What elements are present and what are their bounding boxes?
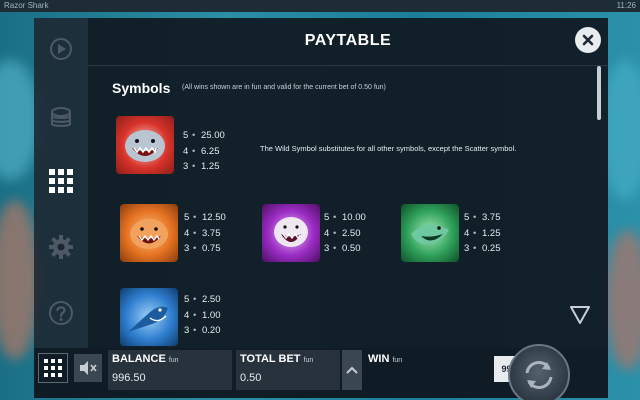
wild-shark-paytable: 5 • 25.00 4 • 6.25 3 • 1.25 <box>183 130 225 172</box>
help-menu-button[interactable] <box>46 298 76 328</box>
autoplay-menu-button[interactable] <box>46 34 76 64</box>
balance-label: BALANCE fun <box>112 353 179 365</box>
sidebar <box>34 18 88 348</box>
purple-shark-paytable: 5 • 10.00 4 • 2.50 3 • 0.50 <box>324 212 366 254</box>
coin-stack-icon <box>51 107 71 127</box>
balance-display: BALANCE fun 996.50 <box>108 350 232 390</box>
total-bet-label: TOTAL BET fun <box>240 353 314 365</box>
chevron-up-icon <box>346 366 358 374</box>
window-title: Razor Shark <box>4 1 49 10</box>
green-shark-paytable: 5 • 3.75 4 • 1.25 3 • 0.25 <box>464 212 501 254</box>
window-titlebar: Razor Shark 11:26 <box>0 0 640 12</box>
panel-header: PAYTABLE <box>88 18 608 66</box>
settings-menu-button[interactable] <box>46 232 76 262</box>
sound-toggle-button[interactable] <box>74 354 102 382</box>
chevron-down-icon <box>570 306 590 324</box>
wild-description: The Wild Symbol substitutes for all othe… <box>260 144 517 153</box>
question-circle-icon <box>49 301 73 325</box>
blue-swordfish-symbol-icon <box>120 288 178 346</box>
grid-icon <box>49 169 73 193</box>
play-circle-icon <box>50 38 72 60</box>
orange-shark-symbol-icon <box>120 204 178 262</box>
scroll-down-button[interactable] <box>568 304 592 326</box>
orange-shark-paytable: 5 • 12.50 4 • 3.75 3 • 0.75 <box>184 212 226 254</box>
win-label: WIN fun <box>368 353 403 365</box>
clock: 11:26 <box>616 1 636 10</box>
bet-menu-button[interactable] <box>46 102 76 132</box>
blue-swordfish-paytable: 5 • 2.50 4 • 1.00 3 • 0.20 <box>184 294 221 336</box>
panel-title: PAYTABLE <box>304 32 392 49</box>
total-bet-value: 0.50 <box>240 372 262 384</box>
section-title: Symbols <box>112 80 171 96</box>
section-note: (All wins shown are in fun and valid for… <box>182 84 386 91</box>
bet-increase-button[interactable] <box>342 350 362 390</box>
green-shark-symbol-icon <box>401 204 459 262</box>
close-button[interactable] <box>575 27 601 53</box>
speaker-muted-icon <box>80 361 97 375</box>
purple-shark-symbol-icon <box>262 204 320 262</box>
gear-icon <box>49 235 73 259</box>
scrollbar-thumb[interactable] <box>597 66 601 120</box>
balance-value: 996.50 <box>112 372 146 384</box>
background-coral-right <box>605 230 640 370</box>
spin-arrows-icon <box>525 361 553 389</box>
wild-shark-symbol-icon <box>116 116 174 174</box>
close-icon <box>582 34 594 46</box>
menu-button[interactable] <box>38 353 68 383</box>
grid-icon <box>44 359 62 377</box>
paytable-menu-button[interactable] <box>46 166 76 196</box>
paytable-panel: PAYTABLE Symbols (All wins shown are in … <box>88 18 608 348</box>
total-bet-display: TOTAL BET fun 0.50 <box>236 350 340 390</box>
spin-button[interactable] <box>508 344 570 400</box>
